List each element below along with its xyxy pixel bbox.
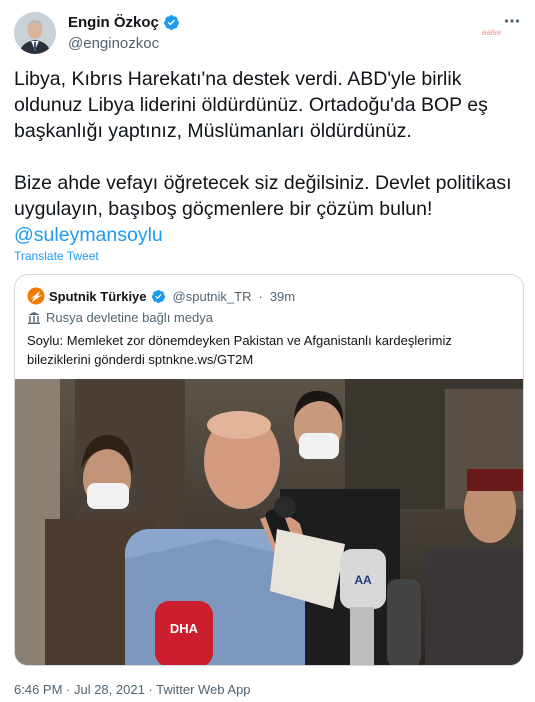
more-options-icon[interactable] [504,13,520,34]
quote-author-handle[interactable]: @sputnik_TR [173,289,252,304]
tweet: Engin Özkoç @enginozkoc ealse Libya, Kıb… [0,0,535,702]
state-media-icon [28,311,40,324]
state-media-text: Rusya devletine bağlı medya [46,310,213,325]
quote-verified-badge-icon [151,289,165,303]
mention-link[interactable]: @suleymansoylu [14,224,163,246]
quote-photo[interactable]: DHA AA [15,379,523,665]
quote-text: Soylu: Memleket zor dönemdeyken Pakistan… [27,333,452,367]
tweet-paragraph-2-text: Bize ahde vefayı öğretecek siz değilsini… [14,172,512,220]
verified-badge-icon [163,15,179,30]
quote-tweet-card[interactable]: Sputnik Türkiye @sputnik_TR · 39m Rusya … [14,274,524,666]
quote-separator: · [258,288,263,304]
dha-mic-label: DHA [170,621,199,636]
translate-tweet-link[interactable]: Translate Tweet [14,249,99,263]
watermark: ealse [482,28,502,37]
tweet-paragraph-1: Libya, Kıbrıs Harekatı'na destek verdi. … [14,68,488,142]
author-handle[interactable]: @enginozkoc [68,35,159,52]
sputnik-logo-icon [27,287,45,305]
author-name-row: Engin Özkoç [68,14,180,31]
tweet-text: Libya, Kıbrıs Harekatı'na destek verdi. … [14,66,524,248]
author-name[interactable]: Engin Özkoç [68,14,159,31]
author-avatar[interactable] [14,12,56,54]
tweet-timestamp[interactable]: 6:46 PM · Jul 28, 2021 · Twitter Web App [14,682,251,697]
tweet-paragraph-2: Bize ahde vefayı öğretecek siz değilsini… [14,170,524,248]
state-media-label[interactable]: Rusya devletine bağlı medya [27,310,213,325]
aa-mic-label: AA [354,573,372,587]
quote-header: Sputnik Türkiye @sputnik_TR · 39m [27,287,295,305]
quote-author-name[interactable]: Sputnik Türkiye [49,289,147,304]
quote-time[interactable]: 39m [270,289,295,304]
